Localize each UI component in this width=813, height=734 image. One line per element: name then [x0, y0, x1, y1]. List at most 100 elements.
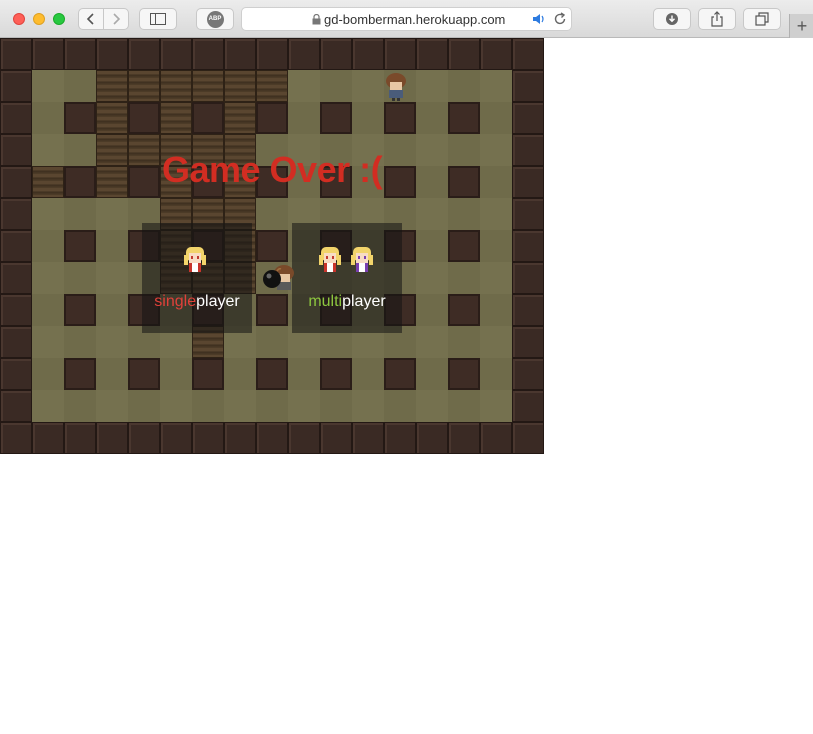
grass-tile	[32, 262, 64, 294]
grass-tile	[352, 102, 384, 134]
wall-tile	[0, 102, 32, 134]
wood-crate-tile	[128, 70, 160, 102]
wall-tile	[512, 38, 544, 70]
grass-tile	[448, 390, 480, 422]
wall-tile	[0, 198, 32, 230]
grass-tile	[480, 262, 512, 294]
share-button[interactable]	[698, 8, 736, 30]
block-tile	[64, 294, 96, 326]
wall-tile	[32, 38, 64, 70]
wood-crate-tile	[256, 70, 288, 102]
speaker-icon[interactable]	[532, 13, 546, 25]
wall-tile	[0, 390, 32, 422]
grass-tile	[480, 230, 512, 262]
grass-tile	[480, 198, 512, 230]
forward-icon	[113, 13, 121, 25]
forward-button[interactable]	[103, 8, 129, 30]
wall-tile	[352, 422, 384, 454]
grass-tile	[416, 358, 448, 390]
grass-tile	[160, 390, 192, 422]
wall-tile	[512, 390, 544, 422]
grass-tile	[32, 70, 64, 102]
download-icon	[666, 13, 678, 25]
wall-tile	[0, 134, 32, 166]
block-tile	[64, 230, 96, 262]
wall-tile	[512, 262, 544, 294]
downloads-button[interactable]	[653, 8, 691, 30]
wood-crate-tile	[192, 70, 224, 102]
grass-tile	[64, 134, 96, 166]
grass-tile	[224, 358, 256, 390]
address-bar[interactable]: gd-bomberman.herokuapp.com	[241, 7, 572, 31]
wall-tile	[192, 38, 224, 70]
wall-tile	[320, 422, 352, 454]
grass-tile	[416, 262, 448, 294]
sidebar-button[interactable]	[139, 8, 177, 30]
grass-tile	[480, 358, 512, 390]
block-tile	[256, 294, 288, 326]
grass-tile	[32, 326, 64, 358]
wood-crate-tile	[128, 134, 160, 166]
wall-tile	[384, 422, 416, 454]
minimize-window-button[interactable]	[33, 13, 45, 25]
grass-tile	[32, 358, 64, 390]
wall-tile	[512, 166, 544, 198]
grass-tile	[416, 70, 448, 102]
block-tile	[64, 166, 96, 198]
block-tile	[384, 166, 416, 198]
grass-tile	[224, 390, 256, 422]
grass-tile	[416, 166, 448, 198]
browser-toolbar: ABP gd-bomberman.herokuapp.com +	[0, 0, 813, 38]
grass-tile	[448, 326, 480, 358]
tabs-overview-button[interactable]	[743, 8, 781, 30]
wall-tile	[480, 422, 512, 454]
grass-tile	[96, 198, 128, 230]
block-tile	[384, 358, 416, 390]
wall-tile	[416, 38, 448, 70]
grass-tile	[352, 358, 384, 390]
grass-tile	[448, 198, 480, 230]
player-one-sprite	[319, 247, 341, 272]
wall-tile	[0, 358, 32, 390]
wall-tile	[512, 70, 544, 102]
tabs-icon	[755, 12, 769, 26]
wall-tile	[512, 230, 544, 262]
wood-crate-tile	[160, 70, 192, 102]
game-canvas[interactable]: Game Over :( singleplayer multiplayer	[0, 38, 544, 454]
share-icon	[711, 11, 723, 27]
wood-crate-tile	[96, 70, 128, 102]
block-tile	[192, 102, 224, 134]
player-sprite	[184, 247, 206, 272]
grass-tile	[32, 198, 64, 230]
block-tile	[64, 358, 96, 390]
grass-tile	[256, 198, 288, 230]
grass-tile	[416, 390, 448, 422]
grass-tile	[448, 262, 480, 294]
enemy-character	[386, 73, 406, 101]
grass-tile	[384, 134, 416, 166]
grass-tile	[96, 326, 128, 358]
multiplayer-button[interactable]: multiplayer	[292, 223, 402, 333]
grass-tile	[192, 390, 224, 422]
new-tab-button[interactable]: +	[789, 14, 813, 38]
grass-tile	[32, 134, 64, 166]
singleplayer-button[interactable]: singleplayer	[142, 223, 252, 333]
wall-tile	[96, 422, 128, 454]
grass-tile	[288, 70, 320, 102]
grass-tile	[480, 166, 512, 198]
wall-tile	[0, 166, 32, 198]
close-window-button[interactable]	[13, 13, 25, 25]
grass-tile	[480, 326, 512, 358]
grass-tile	[416, 230, 448, 262]
back-button[interactable]	[78, 8, 104, 30]
reload-icon[interactable]	[553, 12, 567, 26]
zoom-window-button[interactable]	[53, 13, 65, 25]
grass-tile	[96, 358, 128, 390]
adblock-button[interactable]: ABP	[196, 8, 234, 30]
wall-tile	[256, 422, 288, 454]
grass-tile	[320, 70, 352, 102]
bomb-icon	[263, 268, 282, 288]
wood-crate-tile	[160, 102, 192, 134]
grass-tile	[416, 294, 448, 326]
wall-tile	[0, 262, 32, 294]
